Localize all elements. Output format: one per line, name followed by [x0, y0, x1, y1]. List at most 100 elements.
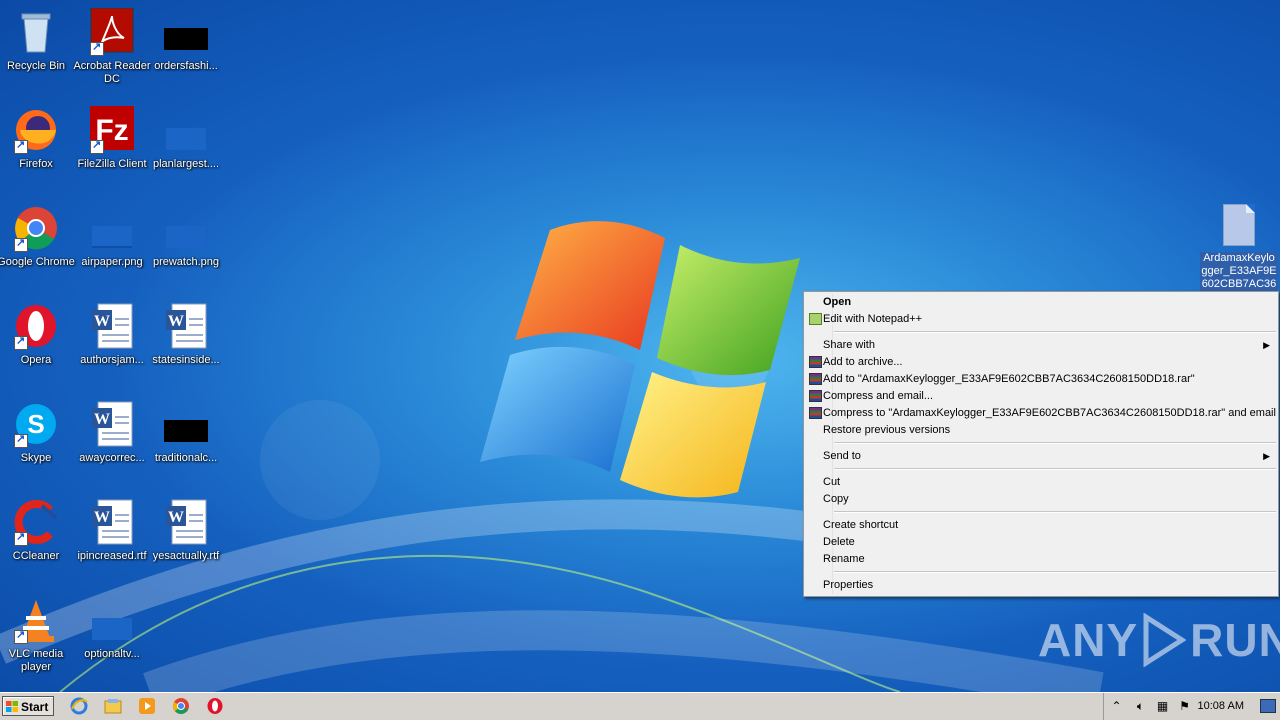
windows-logo [480, 221, 800, 498]
prewatch-icon[interactable]: prewatch.png [144, 204, 228, 269]
menu-item-cut[interactable]: Cut [806, 474, 1276, 491]
traditional-label: traditionalc... [154, 452, 218, 464]
menu-item-edit-notepad[interactable]: Edit with Notepad++ [806, 311, 1276, 328]
airpaper-label: airpaper.png [81, 256, 143, 268]
menu-item-compress-to-rar-email-label: Compress to "ArdamaxKeylogger_E33AF9E602… [823, 407, 1276, 419]
svg-text:W: W [94, 411, 110, 428]
traditional-icon[interactable]: traditionalc... [144, 400, 228, 465]
acrobat-reader-icon[interactable]: Acrobat Reader DC [70, 7, 154, 86]
volume-icon[interactable]: 🔈︎ [1134, 700, 1147, 713]
menu-item-rename[interactable]: Rename [806, 551, 1276, 568]
menu-separator [834, 511, 1276, 513]
menu-separator [834, 442, 1276, 444]
system-tray: ⌃ 🔈︎ ▦ ⚑ 10:08 AM [1103, 693, 1280, 720]
menu-item-properties[interactable]: Properties [806, 577, 1276, 594]
yesactually-label: yesactually.rtf [152, 550, 220, 562]
menu-item-compress-to-rar-email[interactable]: Compress to "ArdamaxKeylogger_E33AF9E602… [806, 405, 1276, 422]
ccleaner-icon[interactable]: CCleaner [0, 498, 78, 563]
menu-item-restore-versions[interactable]: Restore previous versions [806, 422, 1276, 439]
filezilla-icon[interactable]: Fz FileZilla Client [70, 106, 154, 171]
menu-item-share-with[interactable]: Share with ▶ [806, 337, 1276, 354]
menu-item-add-archive[interactable]: Add to archive... [806, 354, 1276, 371]
ccleaner-label: CCleaner [12, 550, 60, 562]
ipincreased-label: ipincreased.rtf [77, 550, 147, 562]
menu-separator [834, 331, 1276, 333]
ipincreased-icon[interactable]: W ipincreased.rtf [70, 498, 154, 563]
menu-item-send-to[interactable]: Send to ▶ [806, 448, 1276, 465]
vlc-label: VLC media player [8, 648, 64, 673]
explorer-folder-icon[interactable] [104, 697, 122, 715]
windows-flag-icon [6, 701, 18, 712]
planlargest-label: planlargest.... [152, 158, 220, 170]
network-icon[interactable]: ▦ [1156, 700, 1169, 713]
menu-item-copy[interactable]: Copy [806, 491, 1276, 508]
svg-text:W: W [168, 313, 184, 330]
prewatch-label: prewatch.png [152, 256, 220, 268]
menu-item-share-with-label: Share with [823, 339, 875, 351]
notepadpp-icon [809, 313, 822, 325]
menu-item-add-to-rar[interactable]: Add to "ArdamaxKeylogger_E33AF9E602CBB7A… [806, 371, 1276, 388]
opera-icon[interactable]: Opera [0, 302, 78, 367]
menu-item-create-shortcut[interactable]: Create shortcut [806, 517, 1276, 534]
skype-icon[interactable]: S Skype [0, 400, 78, 465]
acrobat-reader-label: Acrobat Reader DC [73, 60, 151, 85]
svg-text:S: S [27, 409, 44, 439]
google-chrome-label: Google Chrome [0, 256, 75, 268]
statesinside-label: statesinside... [152, 354, 220, 366]
show-hidden-icons-icon[interactable]: ⌃ [1110, 700, 1123, 713]
statesinside-icon[interactable]: W statesinside... [144, 302, 228, 367]
desktop[interactable]: Recycle Bin Firefox Google Chrome Opera … [0, 0, 1280, 692]
authorsjam-label: authorsjam... [80, 354, 144, 366]
vlc-icon[interactable]: VLC media player [0, 596, 78, 674]
awaycorrect-icon[interactable]: W awaycorrec... [70, 400, 154, 465]
clock[interactable]: 10:08 AM [1198, 700, 1244, 712]
menu-item-delete[interactable]: Delete [806, 534, 1276, 551]
menu-item-open[interactable]: Open [806, 294, 1276, 311]
airpaper-icon[interactable]: airpaper.png [70, 204, 154, 269]
authorsjam-icon[interactable]: W authorsjam... [70, 302, 154, 367]
recycle-bin-icon[interactable]: Recycle Bin [0, 8, 78, 73]
menu-item-add-to-rar-label: Add to "ArdamaxKeylogger_E33AF9E602CBB7A… [823, 373, 1195, 385]
firefox-label: Firefox [19, 158, 53, 170]
menu-item-send-to-label: Send to [823, 450, 861, 462]
recycle-bin-label: Recycle Bin [6, 60, 66, 72]
optionaltv-icon[interactable]: optionaltv... [70, 596, 154, 661]
anyrun-watermark: ANY RUN [1038, 612, 1280, 668]
opera-icon[interactable] [206, 697, 224, 715]
watermark-right-text: RUN [1190, 614, 1280, 666]
menu-item-open-label: Open [823, 296, 852, 308]
context-menu: Open Edit with Notepad++ Share with ▶ Add… [803, 291, 1279, 597]
menu-item-compress-email[interactable]: Compress and email... [806, 388, 1276, 405]
skype-label: Skype [20, 452, 52, 464]
file-document-icon [1223, 204, 1255, 246]
show-desktop-icon[interactable] [1260, 699, 1276, 713]
chrome-icon[interactable] [172, 697, 190, 715]
firefox-icon[interactable]: Firefox [0, 106, 78, 171]
selected-file-icon[interactable]: ArdamaxKeylogger_E33AF9E602CBB7AC36 [1200, 204, 1278, 291]
internet-explorer-icon[interactable] [70, 697, 88, 715]
menu-item-rename-label: Rename [823, 553, 865, 565]
google-chrome-icon[interactable]: Google Chrome [0, 204, 78, 269]
winrar-icon [809, 356, 822, 368]
menu-separator [834, 571, 1276, 573]
opera-label: Opera [20, 354, 52, 366]
menu-item-create-shortcut-label: Create shortcut [823, 519, 899, 531]
yesactually-icon[interactable]: W yesactually.rtf [144, 498, 228, 563]
menu-item-restore-versions-label: Restore previous versions [823, 424, 951, 436]
ordersfashion-icon[interactable]: ordersfashi... [144, 8, 228, 73]
winrar-icon [809, 407, 822, 419]
winrar-icon [809, 390, 822, 402]
menu-separator [834, 468, 1276, 470]
media-player-icon[interactable] [138, 697, 156, 715]
action-center-flag-icon[interactable]: ⚑ [1178, 700, 1191, 713]
svg-text:W: W [94, 313, 110, 330]
planlargest-icon[interactable]: planlargest.... [144, 106, 228, 171]
ordersfashion-label: ordersfashi... [154, 60, 218, 72]
awaycorrect-label: awaycorrec... [79, 452, 145, 464]
start-label: Start [21, 700, 49, 714]
submenu-arrow-icon: ▶ [1263, 340, 1270, 350]
optionaltv-label: optionaltv... [84, 648, 140, 660]
menu-item-cut-label: Cut [823, 476, 841, 488]
menu-item-compress-email-label: Compress and email... [823, 390, 934, 402]
start-button[interactable]: Start [2, 696, 54, 716]
